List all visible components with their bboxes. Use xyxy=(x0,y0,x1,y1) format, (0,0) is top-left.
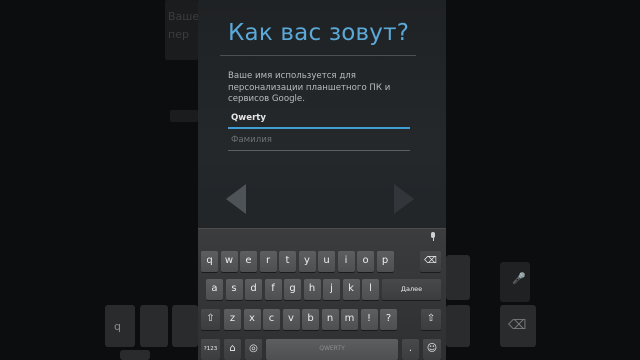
name-description: Ваше имя используется для персонализации… xyxy=(228,71,391,104)
period-key[interactable]: . xyxy=(402,339,419,360)
right-blurred-panel: 🎤 ⌫ xyxy=(446,0,640,360)
key-s[interactable]: s xyxy=(225,279,243,300)
globe-key[interactable]: ◎ xyxy=(245,339,262,360)
key-t[interactable]: t xyxy=(279,251,296,272)
key-l[interactable]: l xyxy=(362,279,379,300)
key-f[interactable]: f xyxy=(264,279,282,300)
mic-icon[interactable] xyxy=(430,232,436,242)
key-y[interactable]: y xyxy=(298,251,316,272)
last-name-underline xyxy=(228,150,410,151)
key-question[interactable]: ? xyxy=(380,309,397,330)
key-e[interactable]: e xyxy=(240,251,257,272)
key-o[interactable]: o xyxy=(357,251,374,272)
smiley-key[interactable]: ☺ xyxy=(423,339,441,360)
symbols-key[interactable]: ?123 xyxy=(201,339,220,360)
enter-icon[interactable]: Далее xyxy=(382,279,441,300)
key-j[interactable]: j xyxy=(323,279,340,300)
tablet-setup-screen: Как вас зовут? Ваше имя используется для… xyxy=(198,0,446,360)
backspace-icon[interactable]: ⌫ xyxy=(420,251,441,272)
first-name-input[interactable] xyxy=(228,111,410,125)
space-key[interactable]: QWERTY xyxy=(266,339,398,360)
key-r[interactable]: r xyxy=(259,251,277,272)
key-c[interactable]: c xyxy=(263,309,280,330)
key-g[interactable]: g xyxy=(284,279,301,300)
key-x[interactable]: x xyxy=(243,309,261,330)
key-w[interactable]: w xyxy=(220,251,238,272)
key-m[interactable]: m xyxy=(341,309,358,330)
first-name-underline xyxy=(228,127,410,129)
key-b[interactable]: b xyxy=(302,309,319,330)
shift-right-icon[interactable]: ⇧ xyxy=(421,309,441,330)
language-icon[interactable]: ⌂ xyxy=(224,339,241,360)
shift-icon[interactable]: ⇧ xyxy=(201,309,220,330)
back-arrow-icon[interactable] xyxy=(226,184,246,214)
key-n[interactable]: n xyxy=(321,309,339,330)
next-arrow-icon[interactable] xyxy=(394,184,414,214)
key-i[interactable]: i xyxy=(337,251,355,272)
key-a[interactable]: a xyxy=(206,279,223,300)
last-name-input[interactable] xyxy=(228,133,410,147)
left-blurred-panel: Ваше пер q xyxy=(0,0,198,360)
key-v[interactable]: v xyxy=(282,309,300,330)
key-p[interactable]: p xyxy=(376,251,394,272)
key-exclamation[interactable]: ! xyxy=(360,309,378,330)
last-name-field[interactable] xyxy=(228,133,410,151)
key-q[interactable]: q xyxy=(201,251,218,272)
key-u[interactable]: u xyxy=(318,251,335,272)
onscreen-keyboard: q w e r t y u i o p ⌫ a s d f g h j k l Далее z x c v b n m!? ⇧ ⇧ ?… xyxy=(198,228,446,360)
keyboard-suggestion-bar xyxy=(198,229,446,245)
page-title: Как вас зовут? xyxy=(228,20,410,46)
title-divider xyxy=(220,55,416,56)
key-z[interactable]: z xyxy=(224,309,241,330)
key-d[interactable]: d xyxy=(245,279,262,300)
first-name-field[interactable] xyxy=(228,111,410,129)
key-k[interactable]: k xyxy=(342,279,360,300)
key-h[interactable]: h xyxy=(303,279,321,300)
